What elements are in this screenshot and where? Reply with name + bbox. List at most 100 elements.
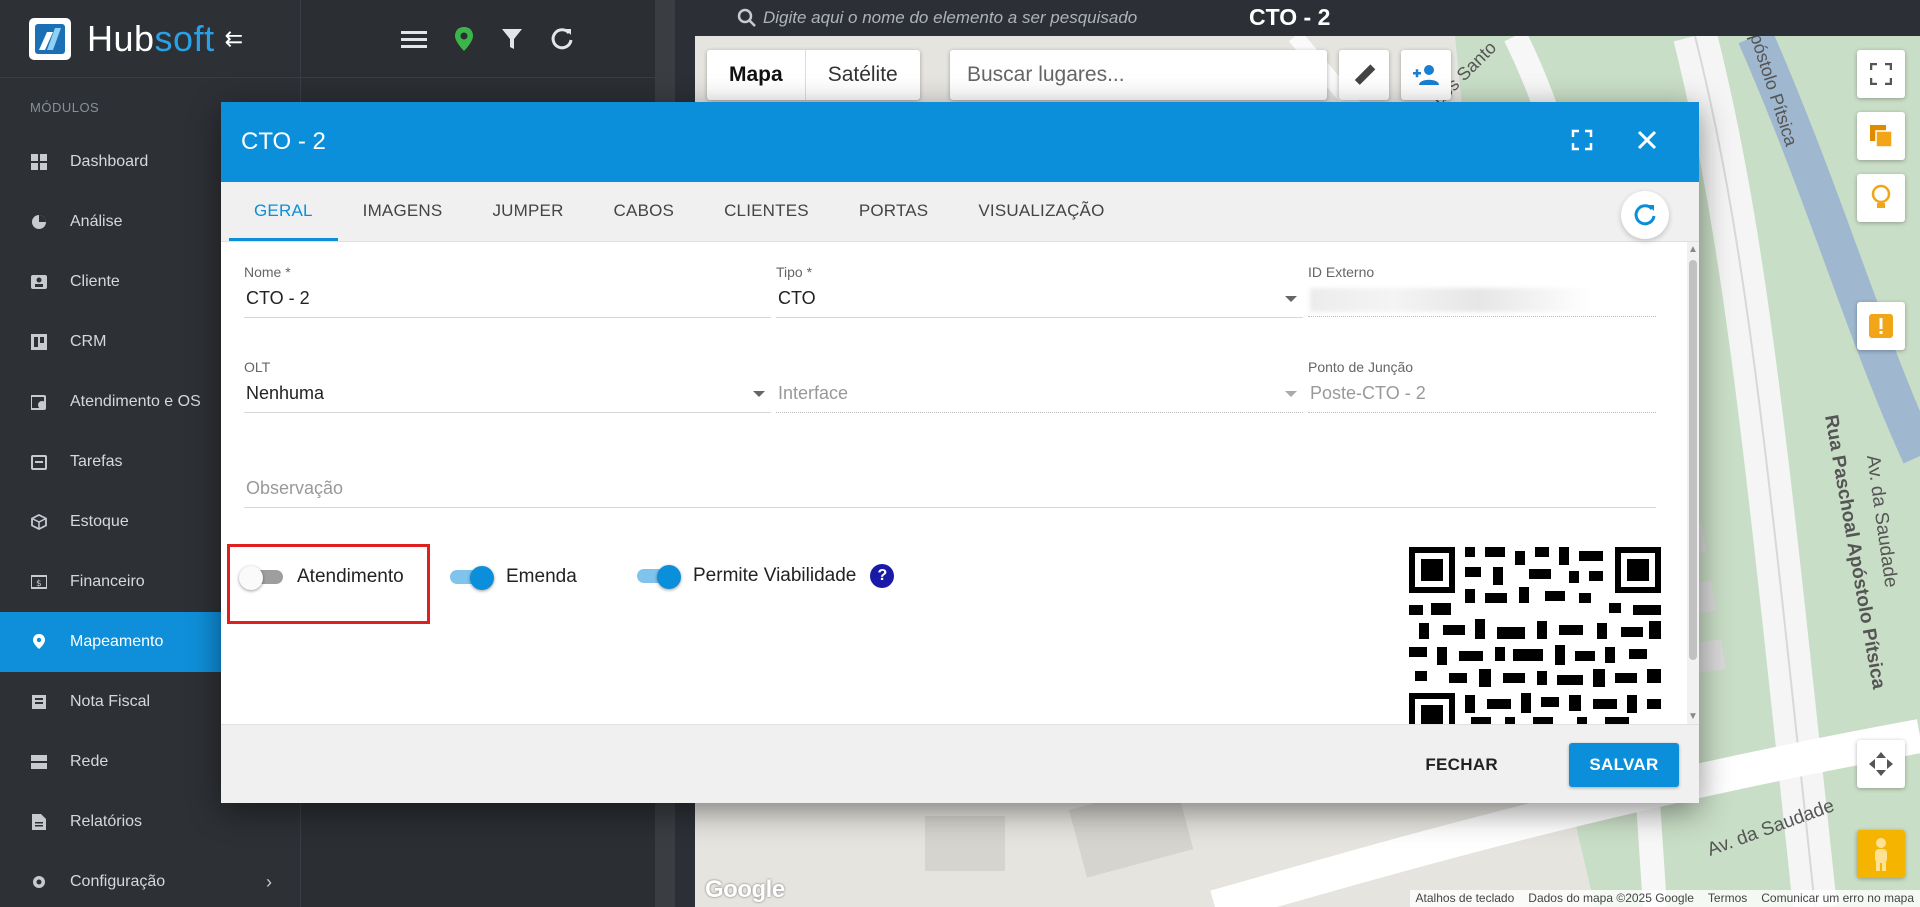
tab-portas[interactable]: PORTAS — [834, 181, 954, 241]
tab-clientes[interactable]: CLIENTES — [699, 181, 834, 241]
scroll-down-arrow-icon[interactable]: ▼ — [1688, 711, 1698, 722]
add-user-button[interactable] — [1401, 50, 1451, 100]
dropdown-arrow-icon — [753, 391, 765, 397]
street-view-pegman[interactable] — [1857, 830, 1905, 878]
map-type-mapa[interactable]: Mapa — [707, 50, 806, 100]
location-pin-icon[interactable] — [453, 26, 475, 52]
help-icon[interactable]: ? — [870, 564, 895, 588]
tipo-select[interactable]: CTO — [776, 288, 1303, 318]
tab-visualizacao[interactable]: VISUALIZAÇÃO — [953, 181, 1129, 241]
hamburger-menu-icon[interactable] — [401, 29, 427, 49]
dropdown-arrow-icon — [1285, 296, 1297, 302]
interface-select: Interface — [776, 383, 1303, 413]
map-type-toggle: Mapa Satélite — [707, 50, 920, 100]
redacted-value — [1310, 288, 1590, 312]
ponto-juncao-field: Ponto de Junção Poste-CTO - 2 — [1308, 359, 1656, 413]
pegman-icon — [1875, 838, 1887, 871]
lightbulb-icon — [1871, 184, 1891, 208]
emenda-switch[interactable] — [450, 566, 494, 590]
atendimento-label: Atendimento — [297, 566, 404, 587]
scroll-thumb[interactable] — [1689, 260, 1697, 660]
maximize-icon[interactable] — [1571, 129, 1593, 151]
collapse-menu-icon[interactable]: ⇇ — [225, 26, 243, 52]
money-icon: $ — [30, 573, 48, 591]
contact-card-icon — [30, 273, 48, 291]
viabilidade-switch[interactable] — [637, 565, 681, 589]
modal-scrollbar[interactable]: ▲ ▼ — [1687, 242, 1699, 724]
nome-field: Nome * CTO - 2 — [244, 264, 771, 318]
sidebar-item-label: Relatórios — [70, 813, 143, 830]
tab-geral[interactable]: GERAL — [229, 181, 338, 241]
terms-link[interactable]: Termos — [1708, 891, 1747, 906]
server-icon — [30, 753, 48, 771]
search-icon — [737, 8, 756, 27]
element-search[interactable]: Digite aqui o nome do elemento a ser pes… — [737, 8, 1137, 28]
tab-imagens[interactable]: IMAGENS — [338, 181, 468, 241]
tips-button[interactable] — [1857, 174, 1905, 222]
id-externo-field: ID Externo — [1308, 264, 1656, 317]
save-button[interactable]: SALVAR — [1569, 743, 1679, 787]
pan-control[interactable] — [1857, 740, 1905, 788]
interface-placeholder: Interface — [778, 383, 849, 403]
map-type-satelite[interactable]: Satélite — [806, 50, 920, 100]
fullscreen-button[interactable] — [1857, 50, 1905, 98]
interface-field: . Interface — [776, 359, 1303, 413]
tab-jumper[interactable]: JUMPER — [467, 181, 588, 241]
keyboard-shortcuts-link[interactable]: Atalhos de teclado — [1416, 891, 1515, 906]
gear-icon — [30, 873, 48, 891]
tab-cabos[interactable]: CABOS — [589, 181, 700, 241]
observacao-field: . Observação — [244, 454, 1656, 508]
olt-select[interactable]: Nenhuma — [244, 383, 771, 413]
sidebar-item-configuracao[interactable]: Configuração › — [0, 852, 300, 907]
toggle-atendimento[interactable]: Atendimento — [239, 566, 404, 590]
nome-label: Nome * — [244, 264, 291, 280]
places-search-input[interactable]: Buscar lugares... — [950, 50, 1327, 100]
map-element-title: CTO - 2 — [1249, 4, 1331, 30]
modal-body: Nome * CTO - 2 Tipo * CTO ID Externo OLT… — [221, 242, 1687, 724]
toggle-emenda[interactable]: Emenda — [450, 566, 577, 590]
reload-button[interactable] — [1621, 191, 1669, 239]
alert-button[interactable] — [1857, 302, 1905, 350]
modal-tabs: GERAL IMAGENS JUMPER CABOS CLIENTES PORT… — [221, 182, 1699, 242]
report-error-link[interactable]: Comunicar um erro no mapa — [1761, 891, 1914, 906]
qr-code — [1409, 547, 1661, 724]
add-person-icon — [1413, 65, 1439, 85]
id-externo-label: ID Externo — [1308, 264, 1375, 280]
layers-icon — [1870, 125, 1893, 148]
svg-text:$: $ — [36, 579, 42, 589]
close-icon[interactable] — [1636, 129, 1658, 151]
tipo-value: CTO — [778, 288, 816, 308]
alert-icon — [1869, 314, 1893, 338]
hubsoft-logo[interactable] — [29, 17, 71, 60]
map-topbar: Digite aqui o nome do elemento a ser pes… — [695, 0, 1920, 36]
toggle-permite-viabilidade[interactable]: Permite Viabilidade ? — [637, 564, 895, 589]
element-search-placeholder: Digite aqui o nome do elemento a ser pes… — [763, 8, 1138, 27]
sidebar-item-label: Financeiro — [70, 573, 145, 590]
ponto-juncao-label: Ponto de Junção — [1308, 359, 1414, 375]
sidebar-item-label: Dashboard — [70, 153, 149, 170]
calendar-clock-icon — [30, 393, 48, 411]
ruler-button[interactable] — [1339, 50, 1389, 100]
chevron-right-icon: › — [266, 871, 272, 892]
scroll-up-arrow-icon[interactable]: ▲ — [1688, 244, 1698, 255]
board-icon — [30, 333, 48, 351]
layers-button[interactable] — [1857, 112, 1905, 160]
tipo-label: Tipo * — [776, 264, 813, 280]
sidebar-item-label: Mapeamento — [70, 633, 164, 650]
filter-icon[interactable] — [501, 27, 523, 51]
pie-chart-icon — [30, 213, 48, 231]
invoice-icon — [30, 693, 48, 711]
report-icon — [30, 813, 48, 831]
sidebar-item-label: CRM — [70, 333, 107, 350]
calendar-check-icon — [30, 453, 48, 471]
atendimento-switch[interactable] — [239, 566, 283, 590]
refresh-icon[interactable] — [549, 26, 575, 52]
nome-input[interactable]: CTO - 2 — [244, 288, 771, 318]
emenda-label: Emenda — [506, 566, 577, 587]
map-footer: Atalhos de teclado Dados do mapa ©2025 G… — [1409, 890, 1920, 907]
observacao-input[interactable]: Observação — [244, 478, 1656, 508]
id-externo-input — [1308, 288, 1656, 317]
map-data-attribution: Dados do mapa ©2025 Google — [1528, 891, 1694, 905]
modal-header: CTO - 2 — [221, 102, 1699, 182]
close-button[interactable]: FECHAR — [1409, 743, 1514, 787]
